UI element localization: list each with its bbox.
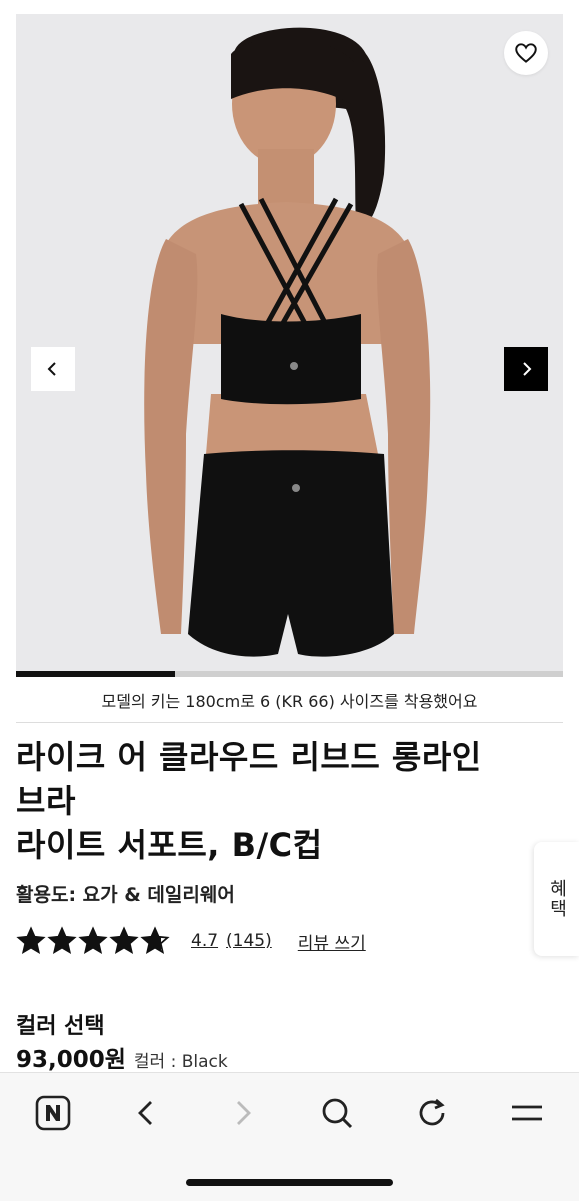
product-title-line: 브라 (16, 782, 76, 820)
star-icon (109, 926, 139, 955)
rating-row: 4.7 (145) 리뷰 쓰기 (16, 926, 366, 956)
color-select-heading: 컬러 선택 (16, 1014, 105, 1039)
selected-color-label: 컬러 : Black (133, 1052, 228, 1072)
price-row: 93,000원 컬러 : Black (16, 1040, 228, 1074)
refresh-button[interactable] (408, 1091, 456, 1135)
product-title: 라이크 어 클라우드 리브드 롱라인 브라 라이트 서포트, B/C컵 (16, 735, 556, 867)
gallery-progress-fill (16, 671, 175, 677)
model-size-caption: 모델의 키는 180cm로 6 (KR 66) 사이즈를 착용했어요 (101, 692, 478, 711)
product-price: 93,000원 (16, 1047, 126, 1073)
benefits-side-tab[interactable]: 혜택 (534, 842, 579, 956)
previous-image-button[interactable] (31, 347, 75, 391)
star-icon (140, 926, 170, 955)
menu-button[interactable] (503, 1091, 551, 1135)
search-icon (322, 1098, 353, 1129)
wishlist-heart-button[interactable] (504, 31, 548, 75)
write-review-link[interactable]: 리뷰 쓰기 (298, 929, 366, 954)
naver-home-button[interactable] (29, 1091, 77, 1135)
rating-stars (16, 926, 171, 956)
product-photo (16, 14, 563, 677)
home-indicator (186, 1179, 393, 1186)
forward-icon (237, 1101, 251, 1125)
rating-value-link[interactable]: 4.7 (191, 931, 218, 951)
heart-icon (515, 43, 537, 63)
product-title-line: 라이크 어 클라우드 리브드 롱라인 (16, 738, 482, 776)
chevron-left-icon (47, 362, 56, 376)
refresh-icon (419, 1098, 445, 1126)
chevron-right-icon (523, 362, 532, 376)
naver-icon (35, 1095, 71, 1131)
product-image-gallery[interactable] (16, 14, 563, 677)
divider (16, 722, 563, 723)
forward-button[interactable] (218, 1091, 266, 1135)
back-icon (138, 1101, 152, 1125)
gallery-progress-bar (16, 671, 563, 677)
star-icon (47, 926, 77, 955)
star-icon (78, 926, 108, 955)
back-button[interactable] (123, 1091, 171, 1135)
benefits-side-tab-label: 혜택 (546, 879, 568, 919)
search-button[interactable] (313, 1091, 361, 1135)
rating-count-link[interactable]: (145) (226, 931, 272, 951)
menu-icon (512, 1105, 542, 1121)
product-title-line: 라이트 서포트, B/C컵 (16, 826, 323, 864)
star-icon (16, 926, 46, 955)
next-image-button[interactable] (504, 347, 548, 391)
product-usage: 활용도: 요가 & 데일리웨어 (16, 884, 235, 906)
